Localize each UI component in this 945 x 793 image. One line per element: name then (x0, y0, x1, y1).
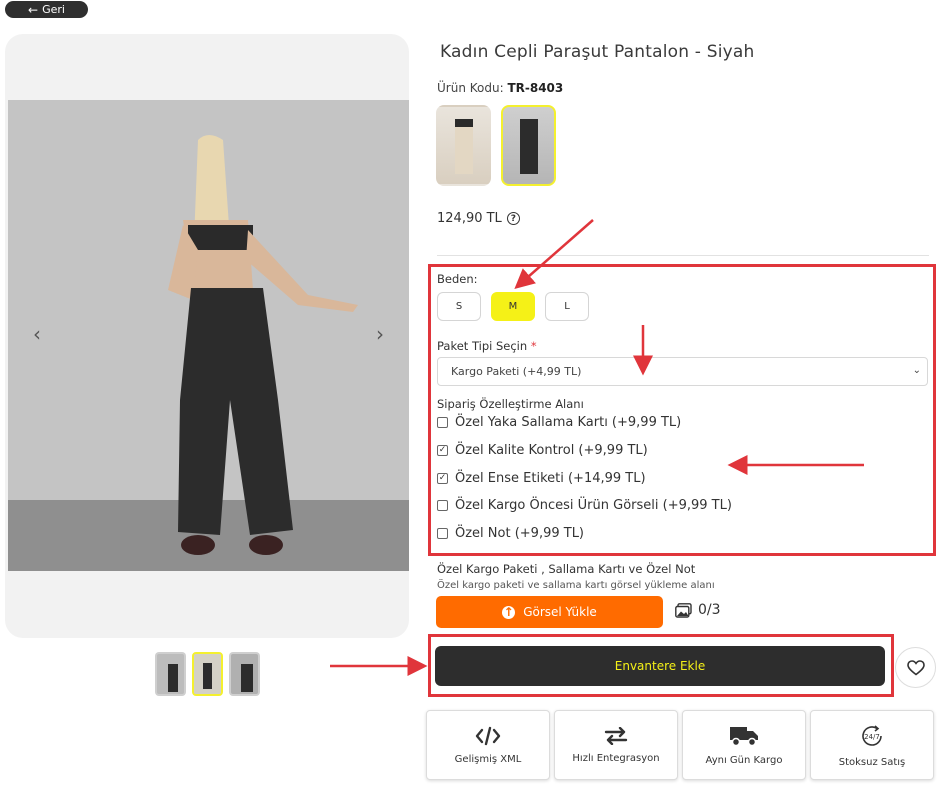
code-icon (475, 726, 501, 745)
upload-plus-icon: ↑ (502, 604, 516, 619)
heart-icon (906, 659, 925, 676)
upload-count: 0/3 (675, 602, 721, 618)
question-icon[interactable]: ? (506, 212, 520, 225)
feature-card-shipping: Aynı Gün Kargo (682, 710, 806, 780)
back-button[interactable]: ← Geri (5, 1, 88, 18)
product-code-label: Ürün Kodu: (437, 81, 504, 95)
images-icon (675, 602, 692, 618)
feature-cards: Gelişmiş XML Hızlı Entegrasyon Aynı Gün … (426, 710, 934, 780)
upload-title: Özel Kargo Paketi , Sallama Kartı ve Öze… (437, 562, 696, 576)
gallery-thumbnail[interactable] (229, 652, 260, 696)
feature-card-dropshipping: 24/7 Stoksuz Satış (810, 710, 934, 780)
favorite-button[interactable] (895, 647, 936, 688)
product-main-image (8, 100, 409, 571)
gallery-thumbnail[interactable] (155, 652, 186, 696)
color-variants (436, 105, 556, 186)
divider (437, 255, 929, 256)
upload-image-button[interactable]: ↑ Görsel Yükle (436, 596, 663, 628)
variant-beige[interactable] (436, 105, 491, 186)
svg-text:24/7: 24/7 (864, 733, 880, 741)
24-7-icon: 24/7 (862, 724, 882, 746)
product-photo-illustration (8, 100, 409, 571)
feature-label: Hızlı Entegrasyon (572, 752, 660, 764)
swap-arrows-icon (604, 726, 628, 745)
back-button-label: Geri (42, 3, 65, 16)
product-title: Kadın Cepli Paraşut Pantalon - Siyah (440, 42, 755, 62)
upload-subtitle: Özel kargo paketi ve sallama kartı görse… (437, 580, 715, 591)
upload-button-label: Görsel Yükle (523, 605, 597, 619)
product-gallery: ‹ › (5, 34, 409, 638)
product-price: 124,90 TL ? (437, 211, 520, 226)
price-value: 124,90 TL (437, 211, 502, 226)
next-image-button[interactable]: › (370, 322, 390, 346)
product-code-value: TR-8403 (507, 81, 564, 95)
prev-image-button[interactable]: ‹ (27, 322, 47, 346)
gallery-thumbnails (155, 652, 260, 696)
feature-label: Stoksuz Satış (838, 756, 906, 768)
upload-count-value: 0/3 (698, 602, 721, 618)
product-code: Ürün Kodu: TR-8403 (437, 81, 563, 95)
chevron-left-icon: ‹ (33, 322, 41, 346)
truck-icon (730, 726, 758, 746)
chevron-right-icon: › (376, 322, 384, 346)
arrow-left-icon: ← (28, 2, 39, 17)
gallery-thumbnail-active[interactable] (192, 652, 223, 696)
variant-black[interactable] (501, 105, 556, 186)
annotation-box-cart (428, 634, 894, 697)
feature-label: Aynı Gün Kargo (705, 754, 783, 766)
feature-card-xml: Gelişmiş XML (426, 710, 550, 780)
feature-label: Gelişmiş XML (454, 753, 522, 765)
feature-card-integration: Hızlı Entegrasyon (554, 710, 678, 780)
annotation-box-options (428, 264, 936, 556)
